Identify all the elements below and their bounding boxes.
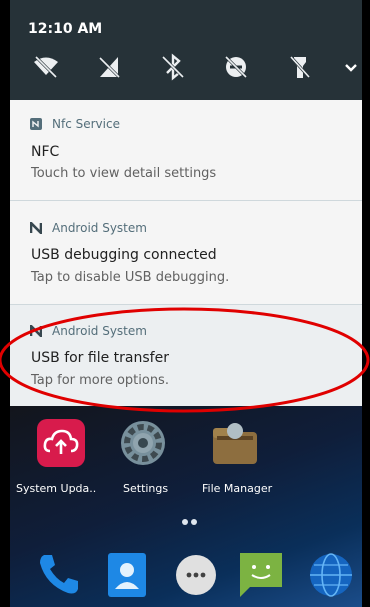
notification-title: USB for file transfer — [31, 350, 169, 366]
page-indicator-dot — [191, 519, 197, 525]
notification-app-row: Android System — [30, 324, 147, 338]
notification-app-name: Android System — [52, 324, 147, 338]
notification-app-row: Android System — [30, 221, 147, 235]
quick-settings-row — [32, 53, 362, 83]
notification-text: Tap to disable USB debugging. — [31, 270, 230, 285]
notification-usb-file-transfer[interactable]: Android System USB for file transfer Tap… — [10, 305, 362, 406]
app-settings[interactable] — [108, 418, 178, 472]
folder-icon — [213, 423, 257, 464]
dock-contacts[interactable] — [98, 545, 156, 603]
app-drawer-icon — [176, 555, 216, 595]
notification-text: Tap for more options. — [31, 373, 169, 388]
notification-app-name: Nfc Service — [52, 117, 120, 131]
status-time: 12:10 AM — [28, 21, 103, 37]
android-system-icon — [30, 222, 42, 234]
dnd-icon[interactable] — [222, 53, 250, 81]
mobile-data-off-icon[interactable] — [95, 53, 123, 81]
notification-app-row: Nfc Service — [30, 117, 120, 131]
phone-icon — [40, 555, 78, 594]
page-indicator-dot — [182, 519, 188, 525]
app-label: Settings — [123, 482, 169, 495]
nfc-icon — [30, 118, 42, 130]
notification-app-name: Android System — [52, 221, 147, 235]
notification-title: NFC — [31, 144, 60, 160]
cloud-upload-icon — [37, 419, 85, 467]
gear-icon — [121, 421, 165, 465]
notification-shade-header: 12:10 AM — [10, 0, 362, 100]
home-screen: System Upda.. Settings File Manager — [10, 406, 362, 607]
dock-app-drawer[interactable] — [167, 545, 225, 603]
app-label: System Upda.. — [16, 482, 97, 495]
bluetooth-off-icon[interactable] — [159, 53, 187, 81]
contacts-icon — [108, 553, 146, 597]
android-system-icon — [30, 325, 42, 337]
app-file-manager[interactable] — [200, 418, 270, 472]
app-label: File Manager — [202, 482, 273, 495]
dock-phone[interactable] — [30, 545, 88, 603]
dock-browser[interactable] — [302, 545, 360, 603]
notification-nfc[interactable]: Nfc Service NFC Touch to view detail set… — [10, 100, 362, 200]
browser-icon — [310, 553, 352, 597]
wifi-off-icon[interactable] — [32, 53, 60, 81]
notification-usb-debugging[interactable]: Android System USB debugging connected T… — [10, 201, 362, 304]
notification-text: Touch to view detail settings — [31, 166, 217, 181]
chevron-down-icon[interactable] — [337, 53, 365, 81]
dock-messages[interactable] — [232, 545, 290, 603]
notification-title: USB debugging connected — [31, 247, 217, 263]
app-system-update[interactable] — [26, 418, 96, 472]
flashlight-off-icon[interactable] — [286, 53, 314, 81]
messages-icon — [240, 553, 282, 597]
